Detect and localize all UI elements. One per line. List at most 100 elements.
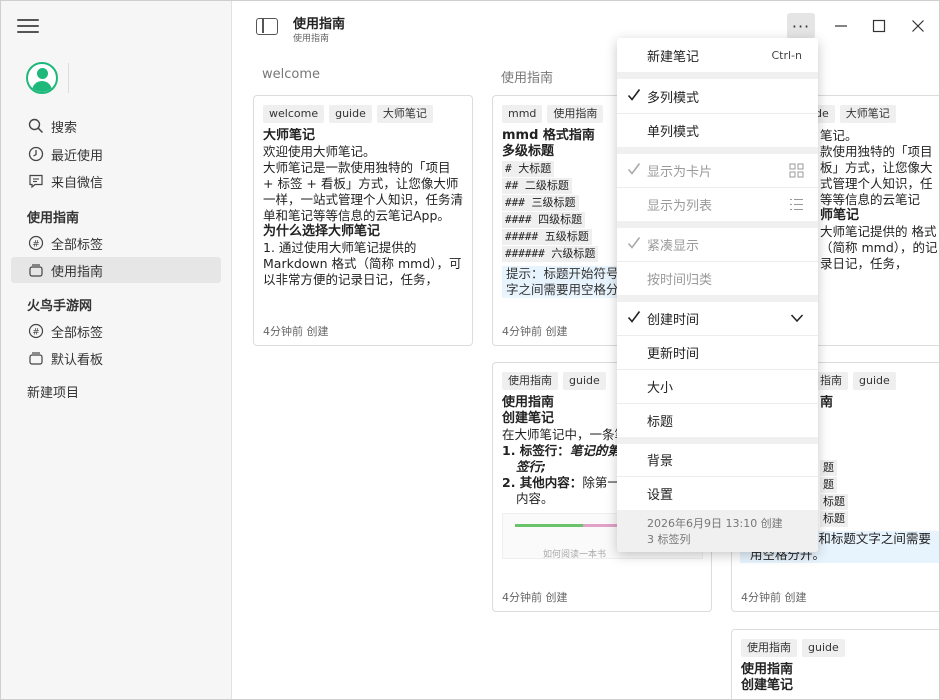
- tag-chip[interactable]: 使用指南: [547, 105, 604, 123]
- section-title-project: 火鸟手游网: [27, 299, 93, 314]
- list-item-label: 1. 标签行：: [502, 443, 570, 458]
- code-line: 标题: [820, 494, 848, 510]
- menu-footer-info: 2026年6月9日 13:10 创建 3 标签列: [617, 510, 818, 552]
- svg-text:#: #: [32, 240, 40, 250]
- tag-icon: #: [27, 235, 44, 252]
- menu-item-sort-created[interactable]: 创建时间: [617, 301, 818, 335]
- menu-item-label: 标题: [647, 414, 674, 430]
- menu-item-label: 单列模式: [647, 124, 700, 140]
- menu-item-settings[interactable]: 设置: [617, 476, 818, 510]
- code-line: ###### 六级标题: [502, 246, 599, 262]
- tag-chip[interactable]: 大师笔记: [839, 105, 896, 123]
- sidebar-item-guide-board[interactable]: 使用指南: [11, 257, 221, 283]
- column-title-welcome: welcome: [262, 67, 321, 82]
- list-item-text: 签行;: [516, 459, 546, 474]
- tag-chip[interactable]: 大师笔记: [376, 105, 433, 123]
- avatar[interactable]: [26, 62, 58, 94]
- checkmark-icon: [627, 311, 641, 323]
- note-heading: 师笔记: [820, 208, 860, 223]
- sidebar-item-label: 全部标签: [51, 325, 104, 341]
- tag-chip[interactable]: welcome: [263, 105, 325, 123]
- chevron-down-icon: [790, 314, 804, 323]
- sidebar-item-search[interactable]: 搜索: [11, 113, 221, 139]
- sidebar-item-wechat[interactable]: 来自微信: [11, 168, 221, 194]
- note-timestamp: 4分钟前 创建: [502, 325, 568, 338]
- page-title: 使用指南: [293, 17, 346, 32]
- menu-item-show-as-list[interactable]: 显示为列表: [617, 187, 818, 221]
- list-item-text: 笔记的第: [569, 443, 620, 458]
- new-project-button[interactable]: 新建项目: [27, 382, 79, 401]
- hamburger-menu-icon[interactable]: [17, 19, 39, 35]
- menu-item-background[interactable]: 背景: [617, 442, 818, 476]
- tag-chip[interactable]: 使用指南: [502, 372, 558, 390]
- list-item-text: 除第一: [582, 475, 620, 490]
- tag-chip[interactable]: 指南: [814, 372, 848, 390]
- app-window: 搜索 最近使用 来自微信 使用指南 # 全部标签 使用指南 火鸟手游网 # 全部…: [0, 0, 940, 700]
- menu-item-sort-size[interactable]: 大小: [617, 369, 818, 403]
- search-icon: [27, 118, 44, 135]
- note-timestamp: 4分钟前 创建: [263, 325, 329, 338]
- tag-chip[interactable]: guide: [563, 372, 606, 390]
- page-subtitle: 使用指南: [293, 34, 330, 44]
- menu-item-label: 设置: [647, 487, 674, 503]
- tag-chip[interactable]: guide: [329, 105, 372, 123]
- tag-icon: #: [27, 323, 44, 340]
- tag-column-count: 3 标签列: [647, 533, 691, 546]
- more-options-button[interactable]: ···: [787, 13, 815, 39]
- sidebar-item-default-board[interactable]: 默认看板: [11, 345, 221, 371]
- clock-icon: [27, 146, 44, 163]
- note-timestamp: 4分钟前 创建: [741, 591, 807, 604]
- code-line: ### 三级标题: [502, 195, 579, 211]
- minimize-icon: [835, 25, 847, 27]
- note-text: 式管理个人知识，任: [820, 176, 933, 191]
- grid-icon: [789, 163, 804, 178]
- note-timestamp: 4分钟前 创建: [502, 591, 568, 604]
- sidebar-item-label: 全部标签: [51, 237, 104, 253]
- menu-item-label: 显示为列表: [647, 198, 713, 214]
- note-text: 笔记。: [820, 128, 858, 143]
- maximize-button[interactable]: [865, 13, 893, 39]
- note-heading: 创建笔记: [741, 678, 794, 693]
- code-line: ##### 五级标题: [502, 229, 592, 245]
- code-line: ## 二级标题: [502, 178, 572, 194]
- note-text: 1. 通过使用大师笔记提供的 Markdown 格式（简称 mmd），可以非常方…: [263, 240, 462, 287]
- menu-item-multi-column[interactable]: 多列模式: [617, 79, 818, 113]
- note-card-welcome[interactable]: welcome guide 大师笔记 大师笔记 欢迎使用大师笔记。 大师笔记是一…: [253, 95, 473, 346]
- menu-item-show-as-card[interactable]: 显示为卡片: [617, 153, 818, 187]
- note-text: 板」方式，让您像大: [820, 160, 933, 175]
- sidebar-item-all-tags-2[interactable]: # 全部标签: [11, 318, 221, 344]
- checkmark-icon: [627, 163, 641, 175]
- avatar-divider: [68, 63, 69, 93]
- sidebar-item-recent[interactable]: 最近使用: [11, 141, 221, 167]
- menu-item-single-column[interactable]: 单列模式: [617, 113, 818, 147]
- column-title-guide: 使用指南: [501, 71, 554, 86]
- code-line: 题: [820, 460, 837, 476]
- menu-item-new-note[interactable]: 新建笔记 Ctrl-n: [617, 38, 818, 72]
- menu-item-sort-title[interactable]: 标题: [617, 403, 818, 437]
- svg-text:#: #: [32, 328, 40, 338]
- close-icon: [912, 20, 924, 32]
- toggle-sidebar-icon[interactable]: [256, 18, 278, 35]
- sidebar-item-label: 最近使用: [51, 148, 104, 164]
- sidebar-item-label: 默认看板: [51, 352, 104, 368]
- menu-item-label: 紧凑显示: [647, 238, 700, 254]
- note-title: 南: [820, 395, 834, 410]
- sidebar-item-all-tags[interactable]: # 全部标签: [11, 230, 221, 256]
- tag-chip[interactable]: 使用指南: [741, 639, 797, 657]
- list-item-label: 2. 其他内容：: [502, 475, 583, 490]
- note-card-guide-3[interactable]: 使用指南 guide 使用指南 创建笔记: [731, 629, 939, 699]
- menu-item-label: 多列模式: [647, 90, 700, 106]
- tag-chip[interactable]: guide: [802, 639, 845, 657]
- menu-item-group-by-time[interactable]: 按时间归类: [617, 261, 818, 295]
- menu-item-label: 按时间归类: [647, 272, 713, 288]
- checkmark-icon: [627, 89, 641, 101]
- section-title-guide: 使用指南: [27, 211, 80, 226]
- chat-icon: [27, 173, 44, 190]
- menu-item-compact[interactable]: 紧凑显示: [617, 227, 818, 261]
- minimize-button[interactable]: [827, 13, 855, 39]
- menu-item-sort-updated[interactable]: 更新时间: [617, 335, 818, 369]
- tag-chip[interactable]: mmd: [502, 105, 543, 123]
- options-dropdown-menu: 新建笔记 Ctrl-n 多列模式 单列模式 显示为卡片 显示为列表 紧凑显示 按…: [617, 38, 818, 552]
- close-button[interactable]: [904, 13, 932, 39]
- tag-chip[interactable]: guide: [853, 372, 896, 390]
